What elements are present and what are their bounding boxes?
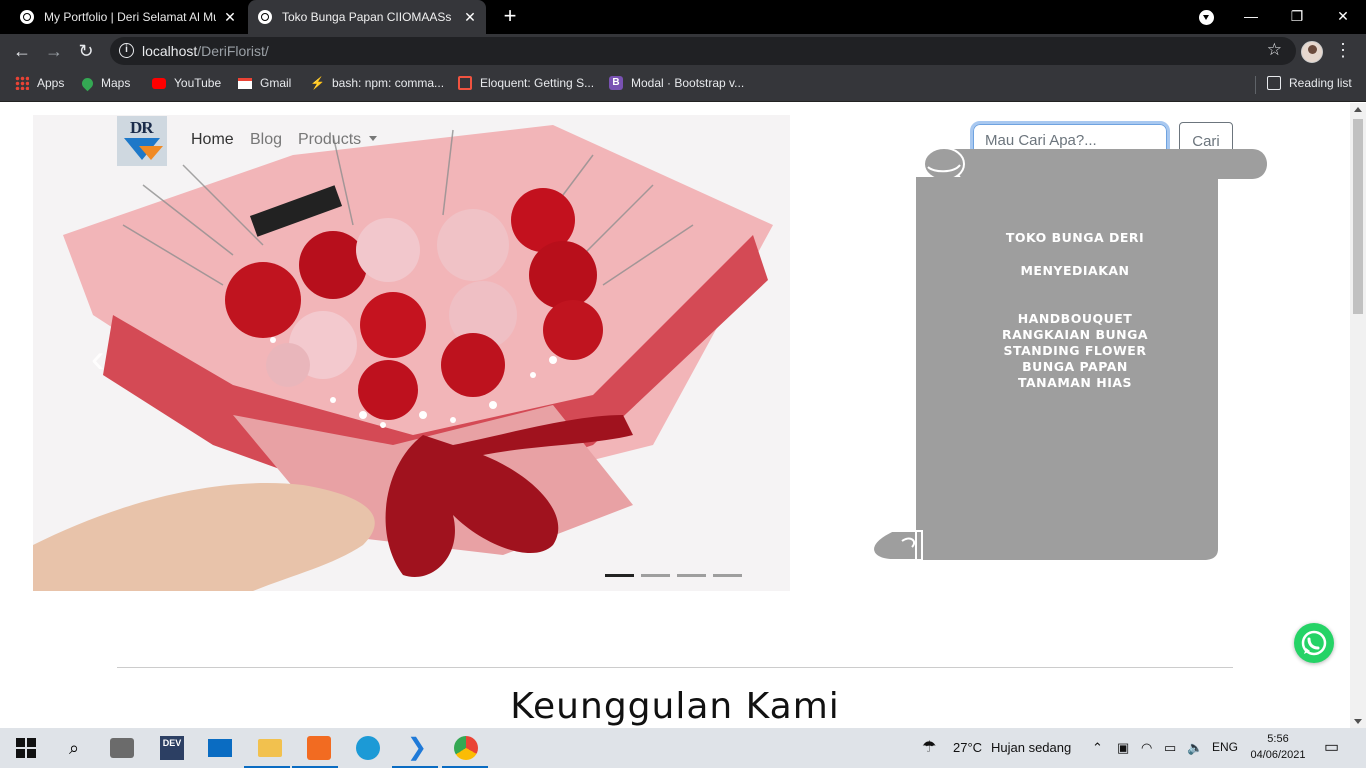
apps-grid-icon	[15, 76, 29, 90]
weather-temp[interactable]: 27°C	[953, 740, 982, 755]
carousel-indicator[interactable]	[605, 574, 634, 577]
page-viewport: ‹ DR Home Blog Products Cari TOKO BUNGA …	[0, 103, 1350, 728]
bash-icon: ⚡	[310, 76, 325, 90]
browser-tabstrip: My Portfolio | Deri Selamat Al Mu ✕ Toko…	[0, 0, 1366, 34]
nav-products-dropdown[interactable]: Products	[298, 131, 378, 149]
scroll-down-icon[interactable]	[1354, 719, 1362, 724]
mail-icon[interactable]	[208, 739, 232, 757]
windows-start-icon[interactable]	[14, 736, 38, 760]
wifi-icon[interactable]: ◠	[1141, 740, 1152, 756]
menu-kebab-icon[interactable]: ⋮	[1334, 40, 1352, 61]
page-scrollbar[interactable]	[1350, 103, 1366, 728]
bookmark-youtube[interactable]: YouTube	[152, 76, 221, 90]
carousel-indicators	[605, 574, 742, 577]
weather-icon[interactable]: ☂	[922, 737, 936, 757]
scroll-up-icon[interactable]	[1354, 107, 1362, 112]
scroll-item: RANGKAIAN BUNGA	[1001, 327, 1149, 342]
language-indicator[interactable]: ENG	[1212, 740, 1238, 754]
devcpp-icon[interactable]: DEV	[160, 736, 184, 760]
bookmark-bootstrap[interactable]: B Modal · Bootstrap v...	[609, 76, 744, 90]
windows-taskbar: ⌕ DEV ❯ ☂ 27°C Hujan sedang ⌃ ▣ ◠ ▭ 🔈 EN…	[0, 728, 1366, 768]
gmail-icon	[238, 77, 252, 89]
whatsapp-icon[interactable]	[1294, 623, 1334, 663]
minimize-button[interactable]: —	[1228, 0, 1274, 34]
new-tab-button[interactable]: +	[499, 5, 521, 27]
scrollbar-thumb[interactable]	[1353, 119, 1363, 314]
address-bar[interactable]: i localhost/DeriFlorist/ ☆	[110, 37, 1296, 65]
maps-pin-icon	[79, 75, 96, 91]
logo-text: DR	[130, 118, 154, 137]
tab-toko-bunga[interactable]: Toko Bunga Papan CIIOMAASs ✕	[248, 0, 486, 34]
scroll-subtitle-line: MENYEDIAKAN	[1020, 263, 1130, 278]
chrome-icon[interactable]	[454, 736, 478, 760]
clock[interactable]: 5:56 04/06/2021	[1248, 731, 1308, 763]
bookmark-gmail[interactable]: Gmail	[238, 76, 291, 90]
bouquet-image	[33, 115, 790, 591]
restore-button[interactable]: ❐	[1274, 0, 1320, 34]
site-info-icon[interactable]: i	[119, 43, 134, 58]
url-text: localhost/DeriFlorist/	[142, 43, 269, 59]
chevron-up-icon[interactable]: ⌃	[1092, 740, 1103, 756]
hero-carousel: ‹	[33, 115, 790, 591]
clock-date: 04/06/2021	[1250, 749, 1306, 761]
laravel-icon	[458, 76, 472, 90]
edge-icon[interactable]	[356, 736, 380, 760]
tab-portfolio[interactable]: My Portfolio | Deri Selamat Al Mu ✕	[10, 0, 246, 34]
close-window-button[interactable]: ✕	[1320, 0, 1366, 34]
search-icon[interactable]: ⌕	[62, 736, 86, 760]
carousel-indicator[interactable]	[641, 574, 670, 577]
clock-time: 5:56	[1267, 733, 1289, 745]
scroll-item: BUNGA PAPAN	[1022, 359, 1128, 374]
bookmark-eloquent[interactable]: Eloquent: Getting S...	[458, 76, 594, 90]
store-icon[interactable]	[110, 738, 134, 758]
scroll-title-line: TOKO BUNGA DERI	[1005, 230, 1145, 245]
notification-icon[interactable]: ▭	[1324, 737, 1339, 757]
section-divider	[117, 667, 1233, 668]
tab-title: Toko Bunga Papan CIIOMAASs	[282, 10, 452, 24]
scroll-item: STANDING FLOWER	[1003, 343, 1147, 358]
carousel-indicator[interactable]	[677, 574, 706, 577]
nav-blog[interactable]: Blog	[250, 131, 282, 149]
scroll-item: TANAMAN HIAS	[1017, 375, 1133, 390]
profile-avatar[interactable]	[1301, 41, 1323, 63]
site-logo[interactable]: DR	[117, 116, 167, 166]
globe-icon	[258, 10, 272, 24]
vscode-icon[interactable]: ❯	[405, 736, 429, 760]
xampp-icon[interactable]	[307, 736, 331, 760]
youtube-icon	[152, 77, 166, 89]
browser-toolbar: ← → ↻ i localhost/DeriFlorist/ ☆ ⋮	[0, 34, 1366, 68]
carousel-prev-icon[interactable]: ‹	[91, 339, 115, 379]
reading-list-button[interactable]: Reading list	[1267, 76, 1352, 90]
bookmarks-bar: Apps Maps YouTube Gmail ⚡ bash: npm: com…	[0, 68, 1366, 102]
forward-icon[interactable]: →	[42, 39, 66, 63]
bootstrap-icon: B	[609, 76, 623, 90]
bookmarks-divider	[1255, 76, 1256, 94]
bookmark-bash[interactable]: ⚡ bash: npm: comma...	[310, 76, 444, 90]
close-tab-icon[interactable]: ✕	[462, 9, 478, 25]
carousel-indicator[interactable]	[713, 574, 742, 577]
nav-products-label: Products	[298, 131, 362, 148]
weather-desc[interactable]: Hujan sedang	[991, 740, 1071, 755]
bookmark-star-icon[interactable]: ☆	[1267, 40, 1282, 60]
section-heading: Keunggulan Kami	[510, 686, 840, 727]
nav-home[interactable]: Home	[191, 131, 234, 149]
scroll-item: HANDBOUQUET	[1017, 311, 1133, 326]
tab-title: My Portfolio | Deri Selamat Al Mu	[44, 10, 216, 24]
tab-search-icon[interactable]	[1199, 10, 1214, 25]
battery-icon[interactable]: ▭	[1164, 740, 1176, 756]
close-tab-icon[interactable]: ✕	[222, 9, 238, 25]
file-explorer-icon[interactable]	[258, 739, 282, 757]
volume-icon[interactable]: 🔈	[1187, 740, 1203, 756]
reading-list-icon	[1267, 76, 1281, 90]
bookmark-maps[interactable]: Maps	[79, 75, 130, 91]
reload-icon[interactable]: ↻	[74, 39, 98, 63]
globe-icon	[20, 10, 34, 24]
meet-now-icon[interactable]: ▣	[1117, 740, 1129, 756]
bookmark-apps[interactable]: Apps	[15, 76, 64, 90]
back-icon[interactable]: ←	[10, 39, 34, 63]
chevron-down-icon	[369, 136, 378, 141]
